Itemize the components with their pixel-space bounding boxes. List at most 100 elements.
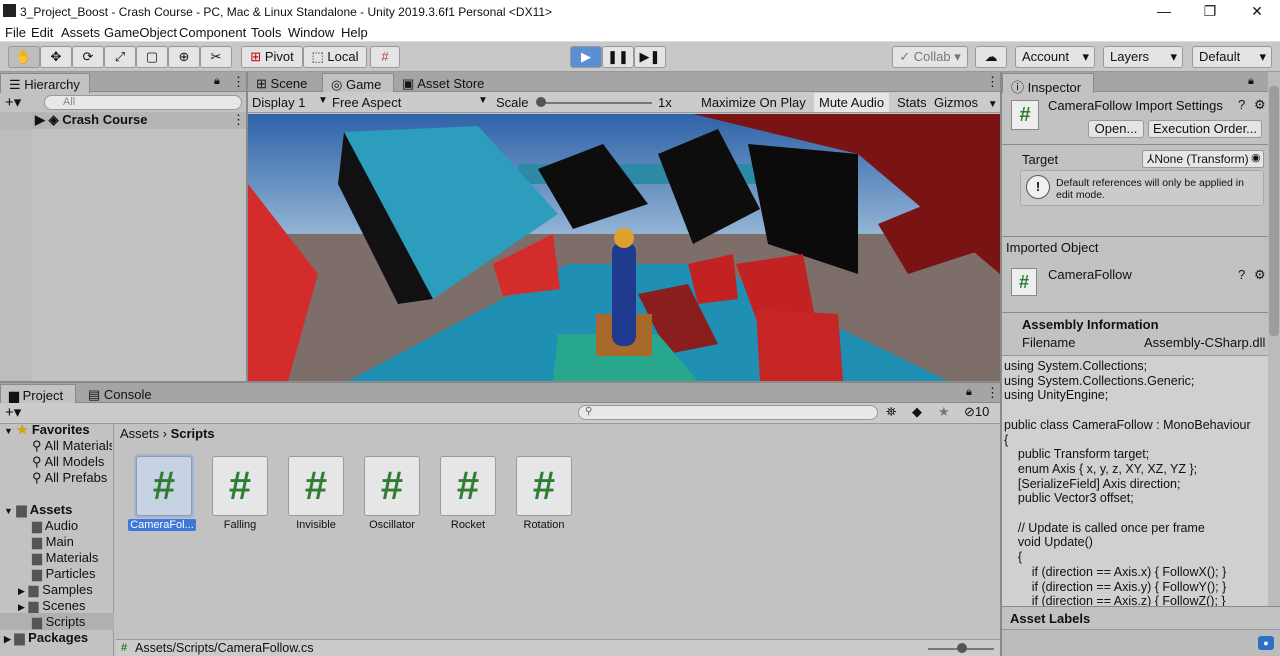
script-asset-icon[interactable]: # <box>440 456 496 516</box>
tab-hierarchy[interactable]: ☰ Hierarchy <box>0 73 90 93</box>
display-dropdown[interactable]: Display 1 ▼ <box>252 95 328 110</box>
aspect-dropdown[interactable]: Free Aspect ▼ <box>332 95 488 110</box>
local-toggle[interactable]: ⬚ Local <box>303 46 367 68</box>
custom-tool-icon[interactable]: ✂ <box>200 46 232 68</box>
panel-divider[interactable] <box>1000 72 1002 656</box>
mute-audio-toggle[interactable]: Mute Audio <box>814 93 890 112</box>
packages-node[interactable]: ▶ ▆ Packages <box>4 630 88 646</box>
create-button[interactable]: +▾ <box>5 93 21 111</box>
script-asset-label[interactable]: Rotation <box>506 519 582 531</box>
project-create-button[interactable]: +▾ <box>5 403 21 421</box>
inspector-scroll-thumb[interactable] <box>1269 86 1279 336</box>
menu-component[interactable]: Component <box>179 25 246 40</box>
folder-item[interactable]: ▆ Main <box>32 534 74 550</box>
label-tag-icon[interactable]: ● <box>1258 636 1274 650</box>
account-dropdown[interactable]: Account ▾ <box>1015 46 1095 68</box>
favorite-item[interactable]: ⚲ All Models <box>32 454 104 470</box>
favorite-item[interactable]: ⚲ All Materials <box>32 438 112 454</box>
breadcrumb-scripts[interactable]: Scripts <box>171 426 215 441</box>
grid-snap-icon[interactable]: # <box>370 46 400 68</box>
assets-node[interactable]: ▼ ▆ Assets <box>4 502 72 518</box>
tab-asset-store[interactable]: ▣ Asset Store <box>394 73 494 93</box>
hierarchy-search[interactable]: All <box>44 95 242 110</box>
imported-gear-icon[interactable]: ⚙ <box>1254 267 1266 283</box>
scene-menu-icon[interactable]: ⋮ <box>232 112 245 128</box>
project-search[interactable]: ⚲ <box>578 405 878 420</box>
maximize-button[interactable]: ❐ <box>1187 0 1233 23</box>
inspector-lock-icon[interactable]: 🔒︎ <box>1248 75 1254 88</box>
imported-help-icon[interactable]: ? <box>1238 267 1245 282</box>
rotate-tool-icon[interactable]: ⟳ <box>72 46 104 68</box>
menu-tools[interactable]: Tools <box>251 25 281 40</box>
panel-menu-icon[interactable]: ⋮ <box>232 74 245 90</box>
settings-gear-icon[interactable]: ⚙ <box>1254 97 1266 113</box>
menu-file[interactable]: File <box>5 25 26 40</box>
menu-edit[interactable]: Edit <box>31 25 53 40</box>
menu-help[interactable]: Help <box>341 25 368 40</box>
tab-console[interactable]: ▤ Console <box>80 384 164 404</box>
scale-slider-track[interactable] <box>540 102 652 104</box>
project-lock-icon[interactable]: 🔒︎ <box>966 386 972 399</box>
breadcrumb-assets[interactable]: Assets <box>120 426 159 441</box>
play-button[interactable]: ▶ <box>570 46 602 68</box>
tab-scene[interactable]: ⊞ Scene <box>248 73 322 93</box>
folder-item[interactable]: ▶ ▆ Samples <box>18 582 93 598</box>
folder-item-selected[interactable]: ▆ Scripts <box>32 614 85 630</box>
script-asset-label[interactable]: Rocket <box>430 519 506 531</box>
lock-icon[interactable]: 🔒︎ <box>214 75 220 88</box>
pivot-toggle[interactable]: ⊞ Pivot <box>241 46 303 68</box>
minimize-button[interactable]: — <box>1141 0 1187 23</box>
script-asset-icon[interactable]: # <box>516 456 572 516</box>
game-panel-menu-icon[interactable]: ⋮ <box>986 74 999 90</box>
folder-item[interactable]: ▶ ▆ Scenes <box>18 598 86 614</box>
target-field[interactable]: ⅄None (Transform) <box>1142 150 1264 168</box>
search-by-type-icon[interactable]: ⛯ <box>886 404 896 420</box>
move-tool-icon[interactable]: ✥ <box>40 46 72 68</box>
hidden-packages-toggle[interactable]: ⊘10 <box>964 404 989 420</box>
cloud-icon[interactable]: ☁ <box>975 46 1007 68</box>
folder-item[interactable]: ▆ Materials <box>32 550 98 566</box>
script-asset-label[interactable]: CameraFol... <box>128 519 196 531</box>
icon-size-slider-thumb[interactable] <box>957 643 967 653</box>
script-asset-icon[interactable]: # <box>136 456 192 516</box>
hand-tool-icon[interactable]: ✋ <box>8 46 40 68</box>
menu-window[interactable]: Window <box>288 25 334 40</box>
collab-dropdown[interactable]: ✓ Collab ▾ <box>892 46 968 68</box>
execution-order-button[interactable]: Execution Order... <box>1148 120 1262 138</box>
pause-button[interactable]: ❚❚ <box>602 46 634 68</box>
script-asset-label[interactable]: Oscillator <box>354 519 430 531</box>
transform-tool-icon[interactable]: ⊕ <box>168 46 200 68</box>
layers-dropdown[interactable]: Layers ▾ <box>1103 46 1183 68</box>
script-asset-label[interactable]: Invisible <box>278 519 354 531</box>
script-asset-icon[interactable]: # <box>288 456 344 516</box>
folder-item[interactable]: ▆ Audio <box>32 518 78 534</box>
scene-row[interactable]: ▶ ◈ Crash Course <box>35 112 148 128</box>
panel-divider[interactable] <box>0 381 1000 383</box>
code-preview[interactable]: using System.Collections; using System.C… <box>1002 355 1268 606</box>
game-viewport[interactable] <box>248 114 1000 381</box>
open-button[interactable]: Open... <box>1088 120 1144 138</box>
help-icon[interactable]: ? <box>1238 97 1245 112</box>
script-asset-icon[interactable]: # <box>364 456 420 516</box>
scale-slider-thumb[interactable] <box>536 97 546 107</box>
stats-toggle[interactable]: Stats <box>897 95 927 110</box>
menu-assets[interactable]: Assets <box>61 25 100 40</box>
favorite-item[interactable]: ⚲ All Prefabs <box>32 470 107 486</box>
tab-project[interactable]: ▆ Project <box>0 384 76 404</box>
tab-game[interactable]: ◎ Game <box>322 73 394 93</box>
menu-gameobject[interactable]: GameObject <box>104 25 177 40</box>
script-asset-icon[interactable]: # <box>212 456 268 516</box>
gizmos-dropdown[interactable]: Gizmos ▼ <box>934 95 998 110</box>
rect-tool-icon[interactable]: ▢ <box>136 46 168 68</box>
tab-inspector[interactable]: ⓘ Inspector <box>1002 73 1094 95</box>
step-button[interactable]: ▶❚ <box>634 46 666 68</box>
close-button[interactable]: ✕ <box>1234 0 1280 23</box>
layout-dropdown[interactable]: Default ▾ <box>1192 46 1272 68</box>
object-picker-icon[interactable]: ◉ <box>1251 151 1261 164</box>
script-asset-label[interactable]: Falling <box>202 519 278 531</box>
project-menu-icon[interactable]: ⋮ <box>986 385 999 401</box>
favorite-search-icon[interactable]: ★ <box>938 404 950 420</box>
folder-item[interactable]: ▆ Particles <box>32 566 95 582</box>
search-by-label-icon[interactable]: ◆ <box>912 404 922 420</box>
panel-divider[interactable] <box>246 72 248 382</box>
